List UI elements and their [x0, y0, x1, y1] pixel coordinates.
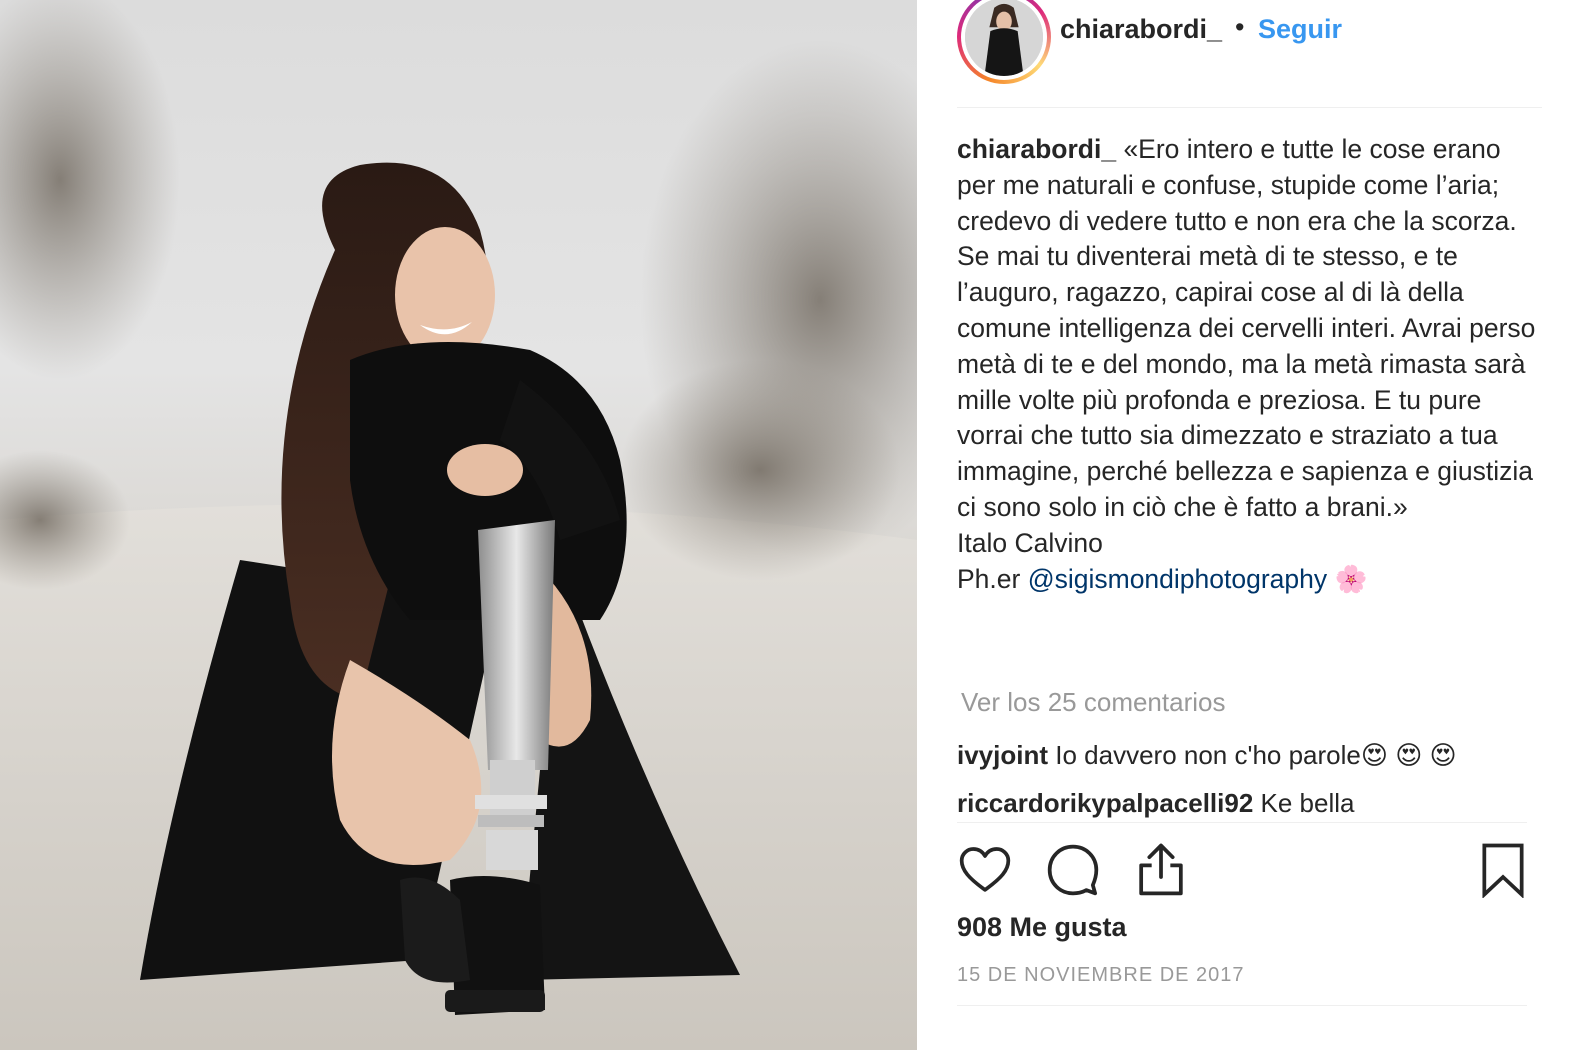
bookmark-icon[interactable]: [1475, 842, 1531, 898]
caption-author: Italo Calvino: [957, 527, 1103, 558]
comment-item: riccardorikypalpacelli92 Ke bella: [957, 788, 1355, 819]
post-photo[interactable]: [0, 0, 917, 1050]
view-all-comments-link[interactable]: Ver los 25 comentarios: [961, 687, 1225, 718]
follow-button[interactable]: Seguir: [1258, 14, 1342, 45]
photo-icon: [0, 0, 917, 1050]
post-caption: chiarabordi_ «Ero intero e tutte le cose…: [957, 132, 1537, 597]
comment-text: Io davvero non c'ho parole😍 😍 😍: [1055, 740, 1457, 770]
photographer-mention-link[interactable]: @sigismondiphotography: [1028, 564, 1327, 594]
caption-text: «Ero intero e tutte le cose erano per me…: [957, 134, 1536, 522]
comment-item: ivyjoint Io davvero non c'ho parole😍 😍 😍: [957, 740, 1457, 771]
likes-count[interactable]: 908 Me gusta: [957, 912, 1127, 943]
comment-username[interactable]: riccardorikypalpacelli92: [957, 788, 1253, 818]
comment-username[interactable]: ivyjoint: [957, 740, 1048, 770]
avatar[interactable]: [957, 0, 1051, 84]
comment-icon[interactable]: [1045, 842, 1101, 898]
avatar-photo-icon: [965, 0, 1043, 76]
divider: [957, 822, 1527, 823]
comment-text: Ke bella: [1260, 788, 1355, 818]
post-actions-bar: [957, 842, 1527, 898]
share-icon[interactable]: [1133, 842, 1189, 898]
post-details-panel: chiarabordi_ • Seguir chiarabordi_ «Ero …: [917, 0, 1580, 1050]
post-header: chiarabordi_ • Seguir: [957, 0, 1542, 108]
cherry-blossom-emoji: 🌸: [1334, 563, 1368, 594]
header-separator-dot: •: [1235, 12, 1245, 42]
post-date: 15 DE NOVIEMBRE DE 2017: [957, 964, 1245, 986]
heart-icon[interactable]: [957, 842, 1013, 898]
caption-username[interactable]: chiarabordi_: [957, 134, 1116, 164]
header-username[interactable]: chiarabordi_: [1060, 14, 1222, 45]
divider: [957, 1005, 1527, 1006]
caption-credit-prefix: Ph.er: [957, 563, 1028, 594]
